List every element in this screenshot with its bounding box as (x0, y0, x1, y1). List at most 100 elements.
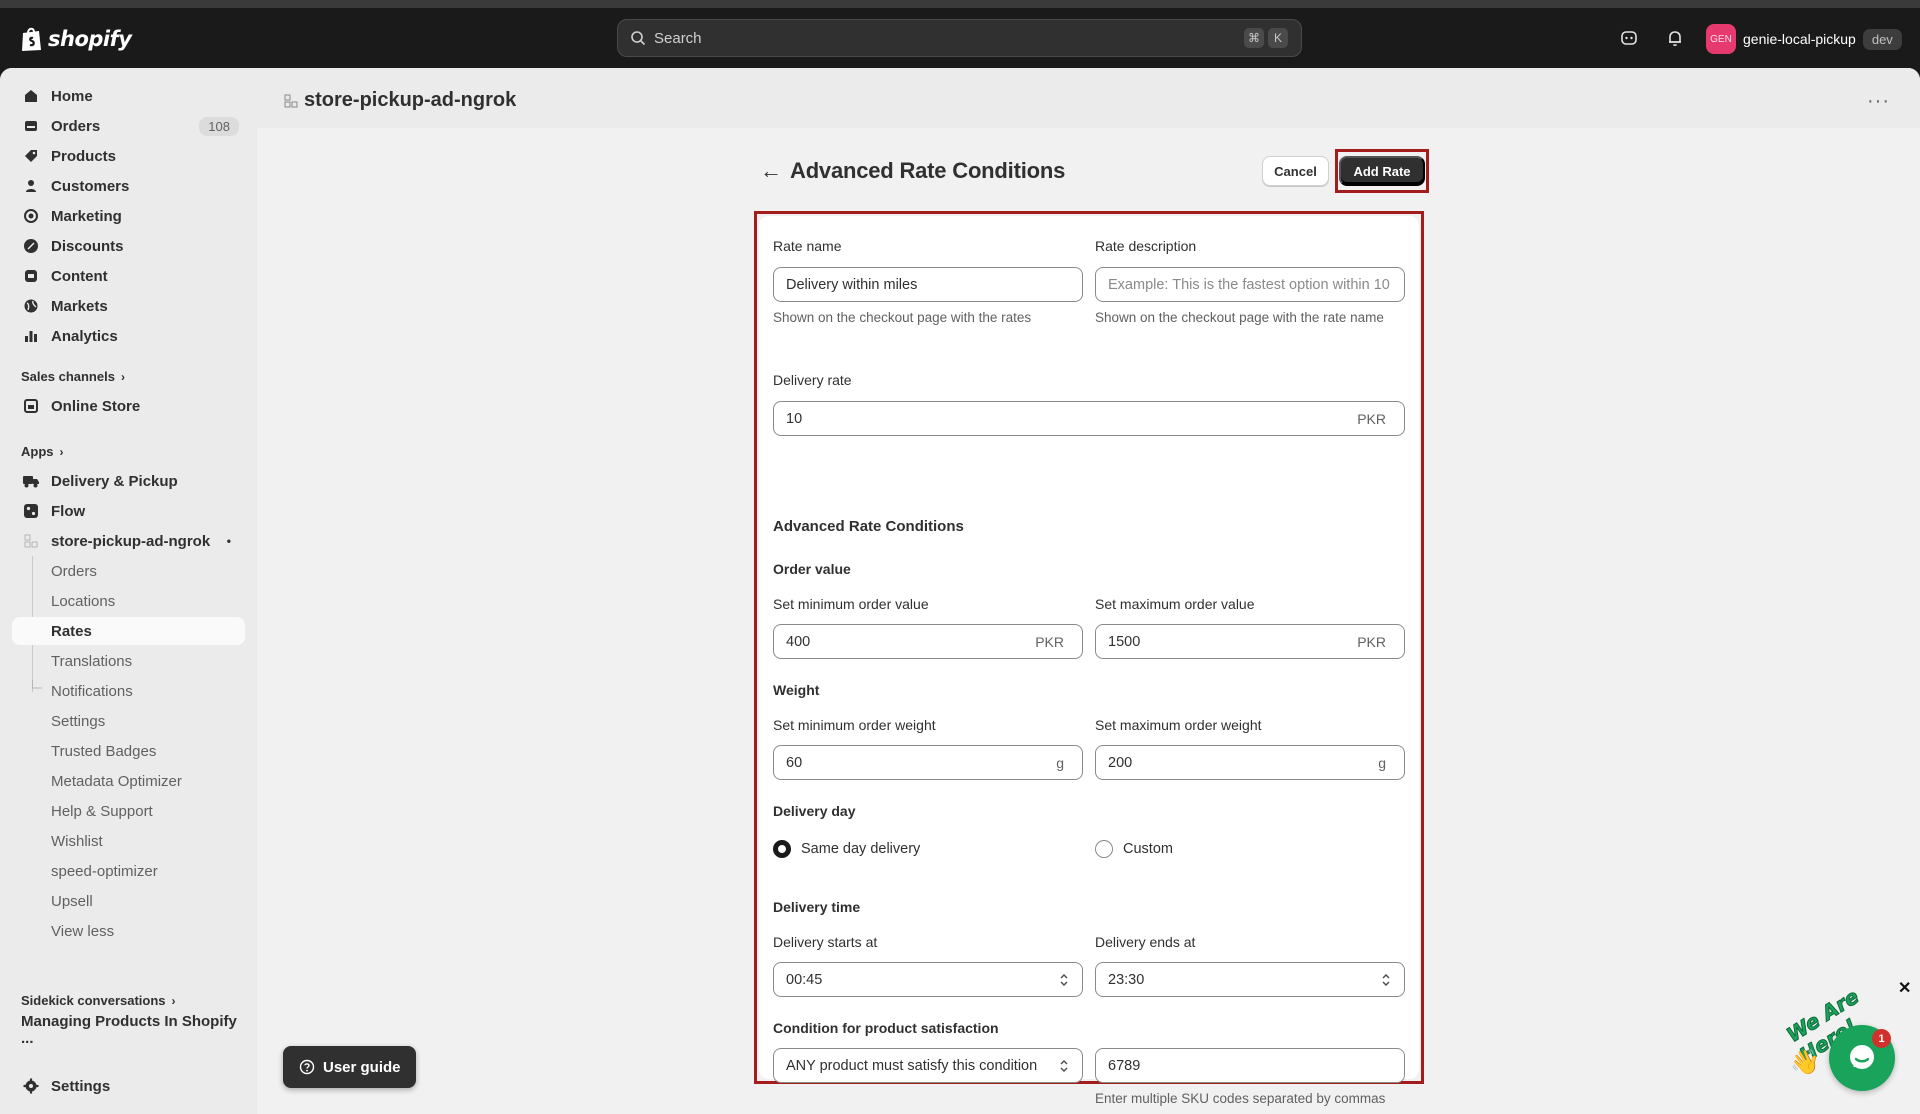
sidebar-item-label: store-pickup-ad-ngrok (51, 532, 211, 550)
rate-description-label: Rate description (1095, 238, 1197, 254)
sub-item-upsell[interactable]: Upsell (12, 887, 245, 915)
sidebar-item-label: Markets (51, 297, 108, 315)
sub-item-trusted-badges[interactable]: Trusted Badges (12, 737, 245, 765)
min-weight-input[interactable]: 60 g (773, 745, 1083, 780)
page-title: Advanced Rate Conditions (790, 158, 1066, 183)
k-key-hint: K (1268, 28, 1288, 48)
search-input[interactable]: Search ⌘ K (617, 19, 1302, 57)
sidebar-item-marketing[interactable]: Marketing (12, 201, 245, 231)
content-icon (22, 267, 40, 285)
search-icon (631, 31, 646, 46)
rate-name-label: Rate name (773, 238, 842, 254)
sub-item-wishlist[interactable]: Wishlist (12, 827, 245, 855)
section-label: Sidekick conversations (21, 993, 166, 1008)
pin-dot-icon: • (226, 534, 231, 548)
sidebar-item-delivery-pickup[interactable]: Delivery & Pickup (12, 466, 245, 496)
sub-item-notifications[interactable]: Notifications (12, 677, 245, 705)
rate-name-value: Delivery within miles (786, 276, 918, 293)
chevron-right-icon: › (59, 444, 64, 459)
select-chevron-icon (1058, 1057, 1070, 1075)
max-order-value-input[interactable]: 1500 PKR (1095, 624, 1405, 659)
delivery-rate-value: 10 (786, 410, 803, 427)
help-circle-icon (299, 1059, 315, 1075)
sub-item-speed-optimizer[interactable]: speed-optimizer (12, 857, 245, 885)
sidebar-item-markets[interactable]: Markets (12, 291, 245, 321)
sub-item-help-support[interactable]: Help & Support (12, 797, 245, 825)
sidebar-item-products[interactable]: Products (12, 141, 245, 171)
cancel-button[interactable]: Cancel (1262, 156, 1329, 186)
sidebar-item-content[interactable]: Content (12, 261, 245, 291)
sidebar-item-settings[interactable]: Settings (12, 1071, 245, 1101)
min-order-value-label: Set minimum order value (773, 596, 929, 612)
rate-description-input[interactable]: Example: This is the fastest option with… (1095, 267, 1405, 302)
delivery-rate-input[interactable]: 10 PKR (773, 401, 1405, 436)
more-actions-icon[interactable]: ··· (1867, 90, 1890, 113)
sidebar-item-store-pickup-app[interactable]: store-pickup-ad-ngrok • (12, 526, 245, 556)
sub-item-orders[interactable]: Orders (12, 557, 245, 585)
sidebar-item-customers[interactable]: Customers (12, 171, 245, 201)
shopify-logo[interactable]: shopify (20, 26, 132, 52)
sidekick-icon[interactable] (1617, 26, 1641, 50)
view-less-link[interactable]: View less (12, 917, 245, 945)
sku-input[interactable]: 6789 (1095, 1048, 1405, 1083)
app-header: store-pickup-ad-ngrok ··· (257, 68, 1920, 128)
order-value-heading: Order value (773, 561, 851, 577)
gear-icon (22, 1077, 40, 1095)
window-top-strip (0, 0, 1920, 8)
max-weight-value: 200 (1108, 754, 1133, 771)
delivery-ends-select[interactable]: 23:30 (1095, 962, 1405, 997)
sidekick-conversation-item[interactable]: Managing Products In Shopify ... (12, 1013, 245, 1047)
sub-item-translations[interactable]: Translations (12, 647, 245, 675)
env-badge: dev (1862, 28, 1902, 50)
same-day-radio[interactable]: Same day delivery (773, 840, 920, 858)
min-order-value-input[interactable]: 400 PKR (773, 624, 1083, 659)
sidebar-item-orders[interactable]: Orders 108 (12, 111, 245, 141)
sidebar-item-analytics[interactable]: Analytics (12, 321, 245, 351)
back-arrow-icon[interactable]: ← (760, 158, 782, 184)
orders-icon (22, 117, 40, 135)
condition-select[interactable]: ANY product must satisfy this condition (773, 1048, 1083, 1083)
sub-item-metadata-optimizer[interactable]: Metadata Optimizer (12, 767, 245, 795)
delivery-starts-label: Delivery starts at (773, 934, 878, 950)
chat-icon (1850, 1045, 1874, 1069)
sub-item-settings[interactable]: Settings (12, 707, 245, 735)
sidebar-item-online-store[interactable]: Online Store (12, 391, 245, 421)
delivery-starts-select[interactable]: 00:45 (773, 962, 1083, 997)
rate-name-help: Shown on the checkout page with the rate… (773, 310, 1032, 325)
apps-header[interactable]: Apps › (21, 444, 64, 459)
sidebar-item-label: Delivery & Pickup (51, 472, 178, 490)
condition-value: ANY product must satisfy this condition (786, 1057, 1038, 1074)
app-icon (284, 94, 298, 108)
add-rate-button[interactable]: Add Rate (1339, 156, 1425, 186)
max-order-value-label: Set maximum order value (1095, 596, 1255, 612)
sku-value: 6789 (1108, 1057, 1141, 1074)
max-weight-input[interactable]: 200 g (1095, 745, 1405, 780)
weight-unit-suffix: g (1056, 755, 1064, 771)
sub-item-rates[interactable]: Rates (12, 617, 245, 645)
sidebar: Home Orders 108 Products Customers Marke… (0, 68, 257, 1114)
radio-unselected-icon (1095, 840, 1113, 858)
user-guide-button[interactable]: User guide (283, 1046, 416, 1088)
sidebar-item-label: Marketing (51, 207, 122, 225)
shopify-bag-icon (22, 27, 41, 51)
condition-heading: Condition for product satisfaction (773, 1020, 999, 1036)
account-menu[interactable]: GEN genie-local-pickup dev (1706, 24, 1902, 54)
sidebar-item-label: Content (51, 267, 108, 285)
rate-name-input[interactable]: Delivery within miles (773, 267, 1083, 302)
min-order-value: 400 (786, 633, 811, 650)
tag-icon (22, 147, 40, 165)
sidebar-item-label: Settings (51, 1077, 111, 1095)
bell-icon[interactable] (1663, 26, 1687, 50)
admin-frame: Home Orders 108 Products Customers Marke… (0, 68, 1920, 1114)
custom-radio[interactable]: Custom (1095, 840, 1173, 858)
sidebar-item-flow[interactable]: Flow (12, 496, 245, 526)
sidekick-header[interactable]: Sidekick conversations › (21, 993, 176, 1008)
sub-item-locations[interactable]: Locations (12, 587, 245, 615)
top-bar: shopify Search ⌘ K GEN genie-local-picku… (0, 8, 1920, 68)
waving-hand-icon: 👋 (1790, 1049, 1820, 1076)
sidebar-item-discounts[interactable]: Discounts (12, 231, 245, 261)
sidebar-item-label: Managing Products In Shopify ... (21, 1013, 237, 1047)
sales-channels-header[interactable]: Sales channels › (21, 369, 125, 384)
chat-unread-badge: 1 (1872, 1029, 1891, 1048)
sidebar-item-home[interactable]: Home (12, 81, 245, 111)
